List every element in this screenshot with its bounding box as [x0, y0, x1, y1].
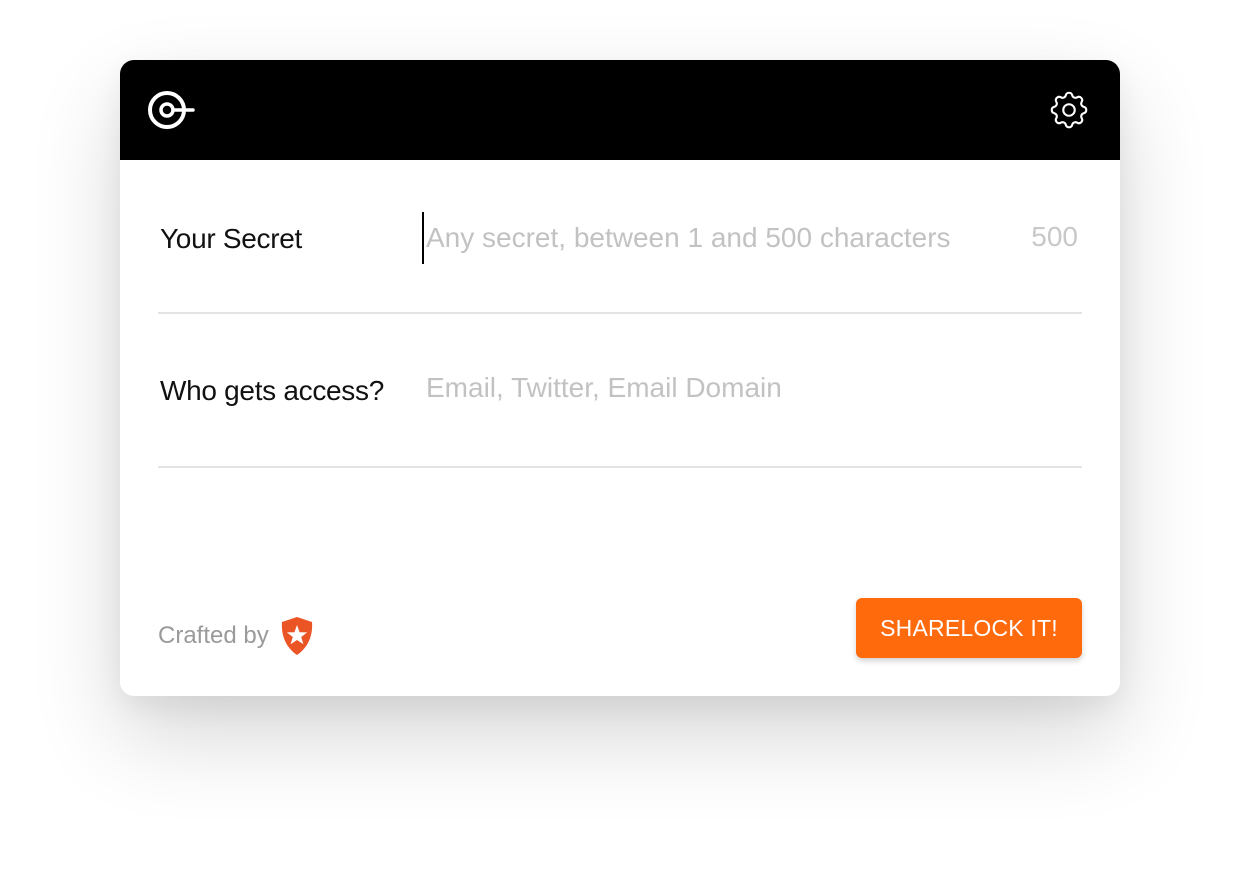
text-cursor: [422, 212, 424, 264]
sharelock-logo-icon[interactable]: [147, 88, 195, 132]
access-input[interactable]: [422, 362, 1062, 414]
access-row: Who gets access?: [158, 314, 1082, 468]
auth0-shield-icon[interactable]: [279, 616, 315, 656]
sharelock-card: Your Secret 500 Who gets access? Crafted…: [120, 60, 1120, 696]
gear-icon[interactable]: [1046, 87, 1092, 133]
secret-input[interactable]: [422, 212, 982, 264]
access-label: Who gets access?: [160, 375, 384, 406]
app-header: [120, 60, 1120, 160]
credit-text: Crafted by: [158, 622, 269, 649]
secret-row: Your Secret 500: [158, 160, 1082, 314]
crafted-by-credit: Crafted by: [158, 616, 315, 656]
sharelock-submit-button[interactable]: SHARELOCK IT!: [856, 598, 1082, 658]
character-counter: 500: [1031, 221, 1078, 252]
secret-label: Your Secret: [160, 223, 302, 254]
